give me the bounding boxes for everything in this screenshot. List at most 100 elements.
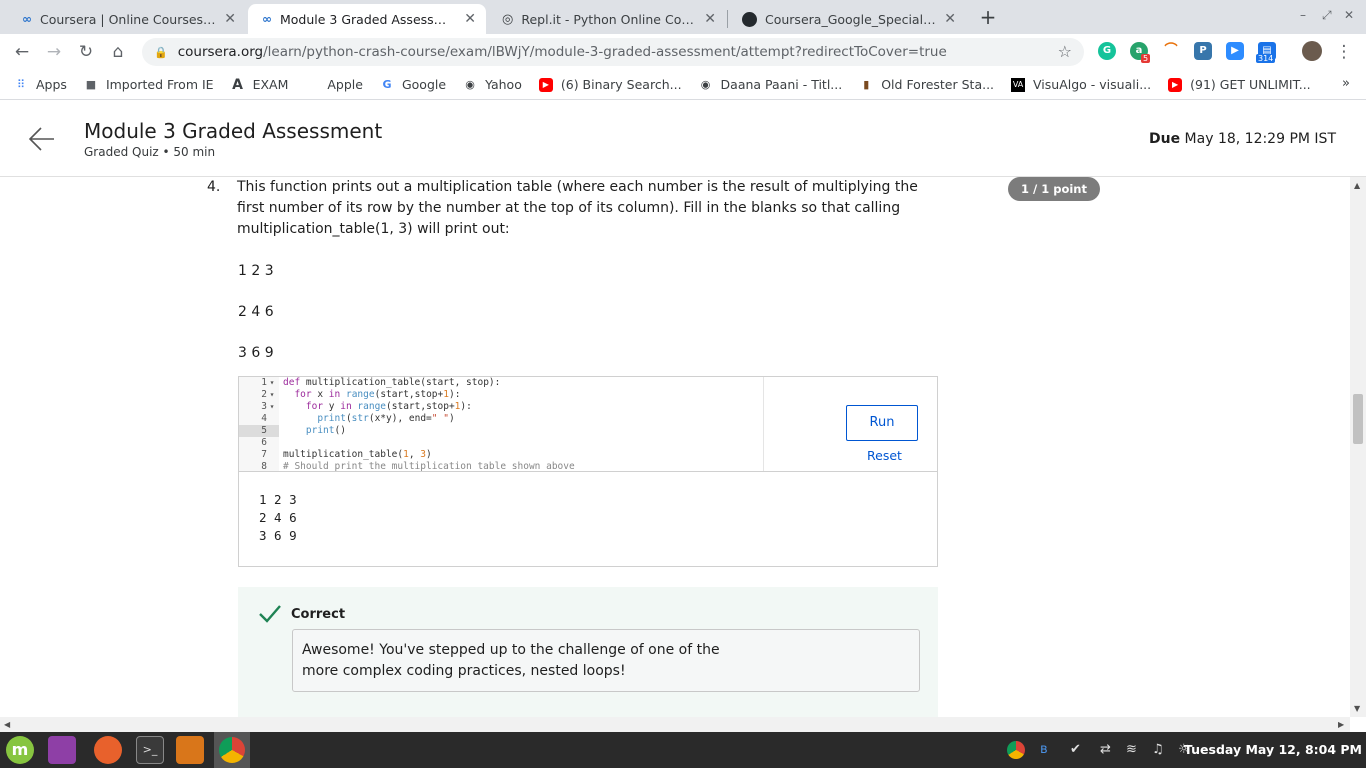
chrome-taskbar-button[interactable]	[214, 732, 250, 768]
scroll-down-icon[interactable]: ▼	[1354, 704, 1360, 713]
feedback-message-line: Awesome! You've stepped up to the challe…	[302, 642, 720, 658]
scroll-left-icon[interactable]: ◀	[4, 720, 10, 729]
restore-icon[interactable]: ⤢	[1322, 8, 1332, 23]
code-line[interactable]: 6	[239, 437, 763, 449]
tab-coursera-home[interactable]: ∞ Coursera | Online Courses & C ✕	[8, 4, 246, 34]
points-badge: 1 / 1 point	[1008, 177, 1100, 201]
sound-icon[interactable]: ♫	[1152, 742, 1164, 757]
new-tab-button[interactable]: +	[976, 6, 1000, 30]
clock[interactable]: Tuesday May 12, 8:04 PM	[1184, 742, 1362, 757]
close-icon[interactable]: ✕	[944, 11, 956, 27]
question-number: 4.	[207, 179, 221, 195]
fold-arrow-icon[interactable]: ▾	[267, 401, 277, 413]
back-arrow-icon[interactable]: ←	[10, 40, 34, 64]
network-icon[interactable]: ⇄	[1100, 742, 1111, 757]
vertical-scrollbar[interactable]: ▲ ▼	[1350, 177, 1366, 717]
shield-check-icon[interactable]: ✔	[1070, 742, 1081, 757]
zoom-extension-icon[interactable]: ▶	[1226, 42, 1244, 60]
forward-arrow-icon[interactable]: →	[42, 40, 66, 64]
tab-title: Repl.it - Python Online Compil	[521, 11, 699, 27]
bookmark-imported-from-ie[interactable]: ■ Imported From IE	[84, 77, 214, 92]
grammarly-extension-icon[interactable]: G	[1098, 42, 1116, 60]
bookmark-apple[interactable]: Apple	[305, 77, 363, 92]
expected-output-line: 2 4 6	[238, 304, 274, 320]
back-arrow-icon[interactable]	[28, 125, 56, 153]
more-bookmarks-icon[interactable]: »	[1342, 76, 1350, 91]
horizontal-scrollbar[interactable]: ◀ ▶	[0, 717, 1350, 732]
reset-link[interactable]: Reset	[867, 448, 902, 463]
close-window-icon[interactable]: ✕	[1344, 8, 1354, 22]
bookmark-label: Apple	[327, 77, 363, 92]
tab-module-3-graded-assessment[interactable]: ∞ Module 3 Graded Assessment ✕	[248, 4, 486, 34]
code-text: for y in range(start,stop+1):	[305, 401, 472, 412]
bookmark-get-unlimited[interactable]: ▶ (91) GET UNLIMIT...	[1168, 77, 1311, 92]
lock-icon: 🔒	[154, 45, 168, 59]
bookmark-apps[interactable]: ⠿ Apps	[14, 77, 67, 92]
extension-badge: 314	[1256, 54, 1276, 63]
bookmark-visualgo[interactable]: VA VisuAlgo - visuali...	[1011, 77, 1151, 92]
code-line[interactable]: 1 ▾ def multiplication_table(start, stop):	[239, 377, 763, 389]
fold-arrow-icon[interactable]: ▾	[267, 389, 277, 401]
bookmark-yahoo[interactable]: ◉ Yahoo	[463, 77, 522, 92]
tab-replit[interactable]: ◎ Repl.it - Python Online Compil ✕	[488, 4, 726, 34]
fold-arrow-icon[interactable]: ▾	[267, 377, 277, 389]
bookmark-label: Daana Paani - Titl...	[720, 77, 843, 92]
bookmark-label: Apps	[36, 77, 67, 92]
code-line[interactable]: 7 multiplication_table(1, 3)	[239, 449, 763, 461]
bookmark-label: Google	[401, 77, 447, 92]
page-header: Module 3 Graded Assessment Graded Quiz •…	[0, 101, 1366, 177]
mint-menu-icon[interactable]: m	[6, 736, 34, 764]
code-text: print()	[305, 425, 346, 436]
youtube-icon: ▶	[1168, 77, 1183, 92]
github-icon	[742, 11, 757, 27]
code-line[interactable]: 5 print()	[239, 425, 763, 437]
code-output: 1 2 3 2 4 6 3 6 9	[238, 471, 938, 567]
url-path: /learn/python-crash-course/exam/lBWjY/mo…	[263, 44, 947, 60]
scroll-up-icon[interactable]: ▲	[1354, 181, 1360, 190]
feedback-message: Awesome! You've stepped up to the challe…	[292, 629, 920, 692]
close-icon[interactable]: ✕	[464, 11, 476, 27]
quiz-meta: Graded Quiz • 50 min	[84, 145, 216, 159]
terminal-icon[interactable]: >_	[136, 736, 164, 764]
bookmark-binary-search[interactable]: ▶ (6) Binary Search...	[538, 77, 682, 92]
globe-icon: ◉	[465, 77, 475, 91]
python-extension-icon[interactable]: P	[1194, 42, 1212, 60]
feedback-panel: Correct Awesome! You've stepped up to th…	[238, 587, 938, 717]
scrollbar-thumb[interactable]	[1353, 394, 1363, 444]
wifi-icon[interactable]: ≋	[1126, 742, 1137, 757]
firefox-icon[interactable]	[94, 736, 122, 764]
bookmark-old-forester[interactable]: ▮ Old Forester Sta...	[859, 77, 994, 92]
scroll-right-icon[interactable]: ▶	[1338, 720, 1344, 729]
code-line[interactable]: 4 print(str(x*y), end=" ")	[239, 413, 763, 425]
code-line[interactable]: 2 ▾ for x in range(start,stop+1):	[239, 389, 763, 401]
bookmark-star-icon[interactable]: ☆	[1058, 42, 1072, 61]
globe-icon: ◉	[700, 77, 711, 91]
run-button[interactable]: Run	[846, 405, 918, 441]
extension-badge: 5	[1141, 54, 1151, 63]
code-text: print(str(x*y), end=" ")	[317, 413, 455, 424]
menu-dots-icon[interactable]: ⋮	[1332, 40, 1356, 64]
rainbow-extension-icon[interactable]: ⌒	[1162, 42, 1180, 60]
code-line[interactable]: 3 ▾ for y in range(start,stop+1):	[239, 401, 763, 413]
chrome-tray-icon[interactable]	[1007, 741, 1025, 759]
files-folder-icon[interactable]	[176, 736, 204, 764]
close-icon[interactable]: ✕	[704, 11, 716, 27]
bookmark-exam[interactable]: A EXAM	[231, 77, 289, 92]
bookmark-label: EXAM	[252, 77, 289, 92]
reload-icon[interactable]: ↻	[74, 40, 98, 64]
address-bar[interactable]: 🔒 coursera.org/learn/python-crash-course…	[142, 38, 1084, 66]
bookmark-daana-paani[interactable]: ◉ Daana Paani - Titl...	[699, 77, 843, 92]
tab-title: Coursera | Online Courses & C	[40, 11, 219, 27]
tab-github[interactable]: Coursera_Google_Speciallizat ✕	[728, 4, 966, 34]
bookmark-google[interactable]: G Google	[380, 77, 446, 92]
minimize-icon[interactable]: –	[1300, 8, 1306, 22]
home-icon[interactable]: ⌂	[106, 40, 130, 64]
due-label: Due	[1149, 131, 1181, 147]
profile-avatar[interactable]	[1302, 41, 1322, 61]
desktop-icon[interactable]	[48, 736, 76, 764]
line-number: 6	[261, 437, 267, 448]
close-icon[interactable]: ✕	[224, 11, 236, 27]
code-editor[interactable]: 1 ▾ def multiplication_table(start, stop):…	[238, 376, 938, 472]
bluetooth-icon[interactable]: ʙ	[1040, 742, 1048, 757]
folder-icon: ■	[85, 77, 97, 91]
